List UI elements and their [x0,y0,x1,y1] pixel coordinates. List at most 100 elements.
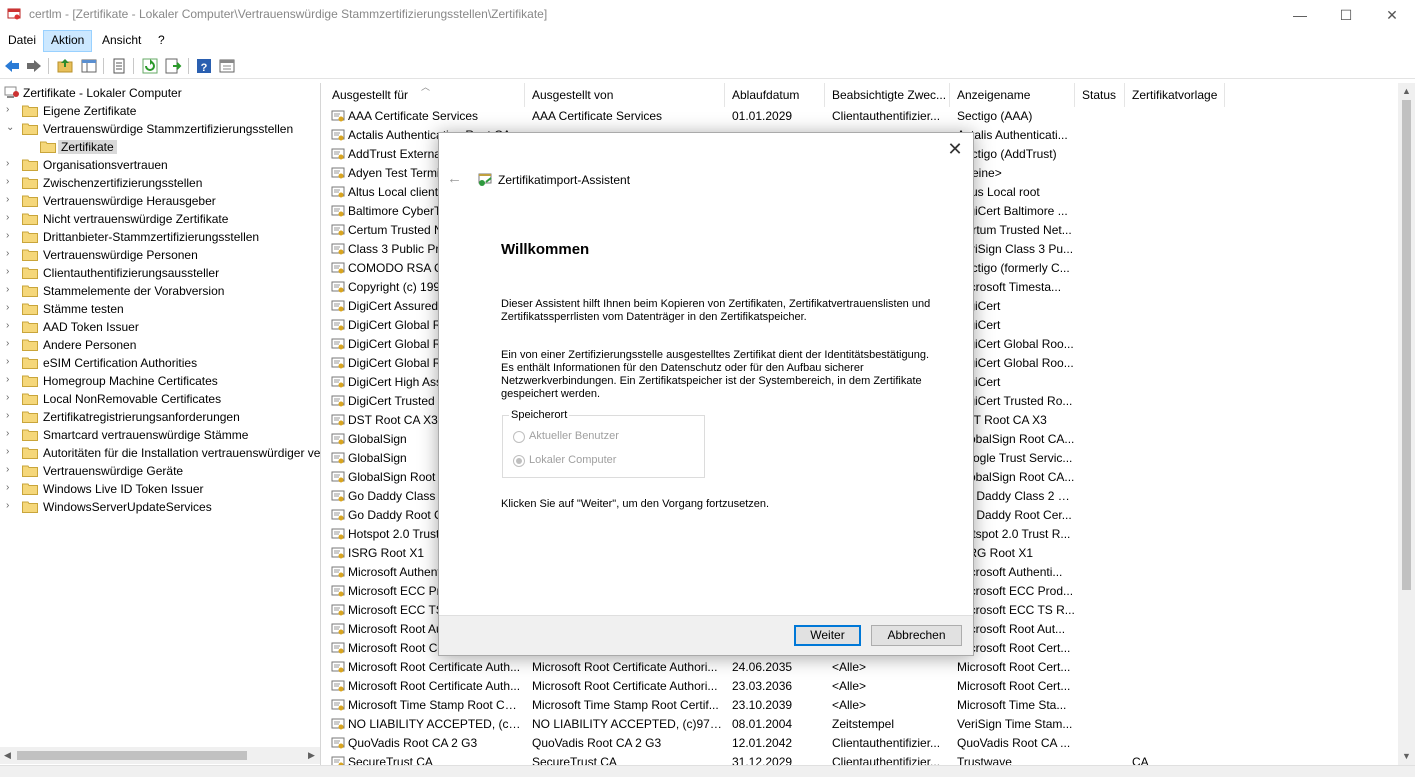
menu-ansicht[interactable]: Ansicht [95,30,148,52]
chevron-right-icon[interactable]: › [6,267,16,277]
tree-item[interactable]: › Smartcard vertrauenswürdige Stämme [0,426,320,444]
scroll-thumb[interactable] [1402,100,1411,590]
tree-item[interactable]: › Clientauthentifizierungsaussteller [0,264,320,282]
chevron-right-icon[interactable]: › [6,213,16,223]
tree-item[interactable]: Zertifikate [0,138,320,156]
tree-item[interactable]: › Stämme testen [0,300,320,318]
chevron-right-icon[interactable]: › [6,159,16,169]
tree-item[interactable]: › Vertrauenswürdige Herausgeber [0,192,320,210]
up-folder-icon[interactable] [56,57,74,75]
chevron-right-icon[interactable]: › [6,429,16,439]
tree-item[interactable]: › WindowsServerUpdateServices [0,498,320,516]
chevron-right-icon[interactable]: › [6,447,16,457]
certificate-icon [331,432,345,446]
chevron-right-icon[interactable]: › [6,105,16,115]
chevron-right-icon[interactable]: › [6,195,16,205]
next-button[interactable]: Weiter [794,625,861,646]
radio-button-selected[interactable] [513,455,525,467]
dialog-close-button[interactable]: ✕ [943,137,967,161]
tree-item[interactable]: › Drittanbieter-Stammzertifizierungsstell… [0,228,320,246]
chevron-right-icon[interactable]: › [6,231,16,241]
chevron-right-icon[interactable]: › [6,249,16,259]
horizontal-scrollbar[interactable]: ◀ ▶ [0,747,320,764]
tree-item-label: Stämme testen [43,302,124,316]
chevron-right-icon[interactable]: › [6,285,16,295]
column-header[interactable]: Ablaufdatum [725,83,825,107]
scroll-right-icon[interactable]: ▶ [308,750,315,761]
scroll-down-icon[interactable]: ▼ [1402,751,1411,761]
refresh-icon[interactable] [141,57,159,75]
minimize-button[interactable]: — [1277,0,1323,30]
tree-root[interactable]: Zertifikate - Lokaler Computer [0,84,320,102]
chevron-right-icon[interactable]: › [6,357,16,367]
tree-item[interactable]: › Local NonRemovable Certificates [0,390,320,408]
menu-datei[interactable]: Datei [1,30,43,52]
tree-item[interactable]: › Organisationsvertrauen [0,156,320,174]
chevron-right-icon[interactable]: › [6,375,16,385]
tree-item[interactable]: › Homegroup Machine Certificates [0,372,320,390]
tree-item[interactable]: › Andere Personen [0,336,320,354]
scroll-thumb[interactable] [17,751,247,760]
chevron-right-icon[interactable]: › [6,483,16,493]
tree-item-label: Vertrauenswürdige Personen [43,248,198,262]
tree-item[interactable]: › Vertrauenswürdige Personen [0,246,320,264]
chevron-right-icon[interactable]: › [6,393,16,403]
tree-item[interactable]: › Zertifikatregistrierungsanforderungen [0,408,320,426]
chevron-right-icon[interactable]: › [6,465,16,475]
table-cell: Microsoft Root Cert... [957,679,1071,693]
table-row[interactable]: Microsoft Root Certificate Auth... Micros… [325,677,1398,696]
table-row[interactable]: QuoVadis Root CA 2 G3 QuoVadis Root CA 2 … [325,734,1398,753]
cancel-button[interactable]: Abbrechen [871,625,962,646]
column-header[interactable]: Ausgestellt von [525,83,725,107]
table-row[interactable]: AAA Certificate Services AAA Certificate … [325,107,1398,126]
chevron-right-icon[interactable]: › [6,303,16,313]
maximize-button[interactable]: ☐ [1323,0,1369,30]
scroll-left-icon[interactable]: ◀ [4,750,11,761]
tree-item[interactable]: › Windows Live ID Token Issuer [0,480,320,498]
help-icon[interactable]: ? [195,57,213,75]
menu-aktion[interactable]: Aktion [43,30,93,52]
tree-item[interactable]: › Stammelemente der Vorabversion [0,282,320,300]
table-row[interactable]: Microsoft Root Certificate Auth... Micros… [325,658,1398,677]
chevron-right-icon[interactable]: › [6,321,16,331]
chevron-right-icon[interactable]: › [6,339,16,349]
table-cell: DigiCert Global Roo... [957,337,1074,351]
tree-item[interactable]: › AAD Token Issuer [0,318,320,336]
tree-item[interactable]: › eSIM Certification Authorities [0,354,320,372]
column-header[interactable]: Status [1075,83,1125,107]
scroll-up-icon[interactable]: ▲ [1402,86,1411,96]
export-list-icon[interactable] [164,57,182,75]
tree-item[interactable]: ⌄ Vertrauenswürdige Stammzertifizierungss… [0,120,320,138]
view-icon[interactable] [218,57,236,75]
tree-item[interactable]: › Nicht vertrauenswürdige Zertifikate [0,210,320,228]
tree-item-label: Local NonRemovable Certificates [43,392,222,406]
console-tree: Zertifikate - Lokaler Computer › Eigene Ze… [0,83,321,777]
table-cell: Microsoft Timesta... [957,280,1062,294]
table-row[interactable]: NO LIABILITY ACCEPTED, (c)97 ... NO LIABI… [325,715,1398,734]
column-header[interactable]: Beabsichtigte Zwec... [825,83,950,107]
table-cell: Altus Local root [957,185,1040,199]
menu-help[interactable]: ? [151,30,172,52]
folder-icon [22,374,38,387]
tree-item[interactable]: › Vertrauenswürdige Geräte [0,462,320,480]
vertical-scrollbar[interactable]: ▲ ▼ [1398,83,1415,777]
properties-icon[interactable] [110,57,128,75]
back-arrow-icon[interactable]: ← [447,170,462,187]
column-header[interactable]: Anzeigename [950,83,1075,107]
back-arrow-icon[interactable] [3,57,21,75]
tree-item[interactable]: › Eigene Zertifikate [0,102,320,120]
chevron-down-icon[interactable]: ⌄ [6,123,16,133]
forward-arrow-icon[interactable] [25,57,43,75]
radio-button[interactable] [513,431,525,443]
table-cell: Go Daddy Root Cer... [957,508,1072,522]
chevron-right-icon[interactable]: › [6,411,16,421]
table-cell: DigiCert [957,299,1001,313]
tree-item[interactable]: › Autoritäten für die Installation vertra… [0,444,320,462]
column-header[interactable]: Zertifikatvorlage [1125,83,1225,107]
tree-item[interactable]: › Zwischenzertifizierungsstellen [0,174,320,192]
table-row[interactable]: Microsoft Time Stamp Root Cer... Microsof… [325,696,1398,715]
close-button[interactable]: ✕ [1369,0,1415,30]
show-hide-tree-icon[interactable] [80,57,98,75]
chevron-right-icon[interactable]: › [6,177,16,187]
chevron-right-icon[interactable]: › [6,501,16,511]
